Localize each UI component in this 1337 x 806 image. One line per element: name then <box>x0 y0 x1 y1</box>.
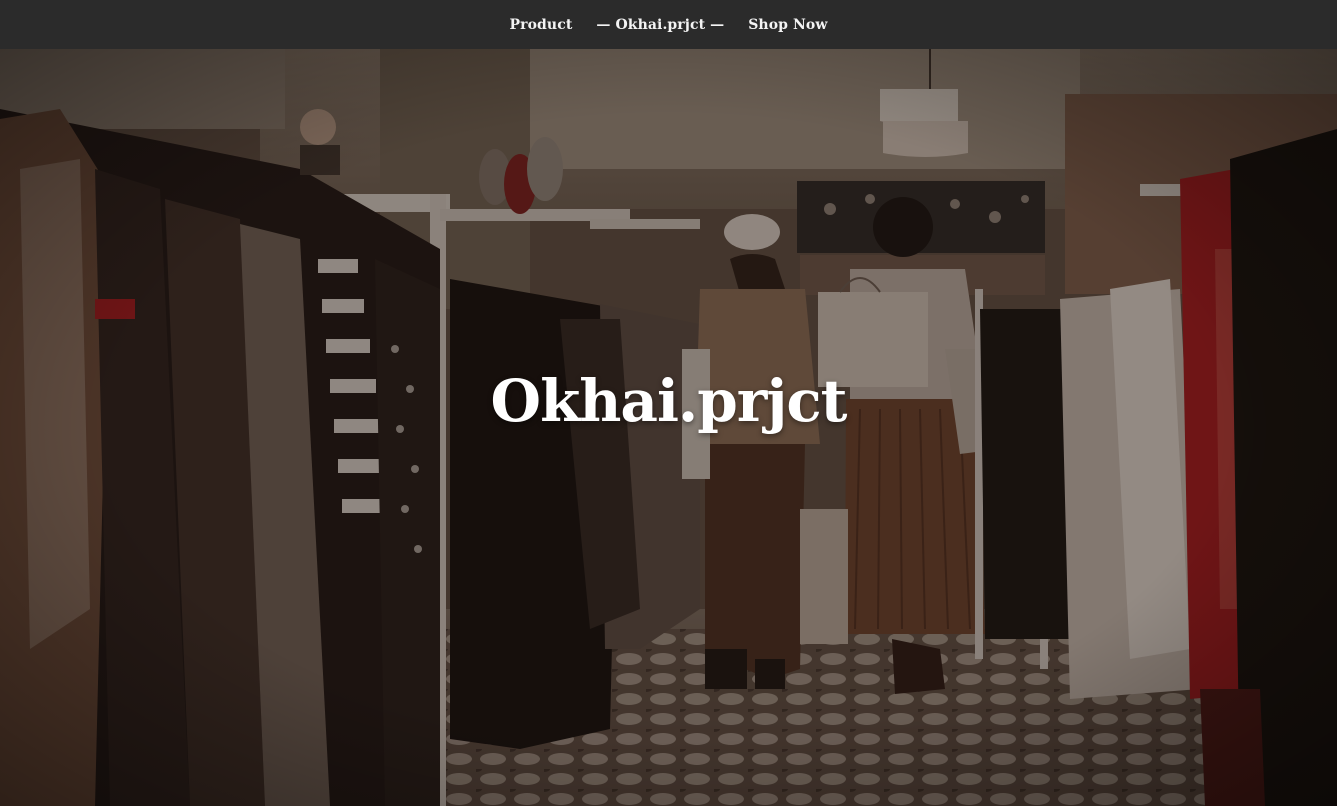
nav-link-product[interactable]: Product <box>510 17 573 33</box>
hero-banner: Okhai.prjct <box>0 49 1337 806</box>
hero-title: Okhai.prjct <box>490 367 848 435</box>
nav-link-brand[interactable]: — Okhai.prjct — <box>596 17 724 33</box>
top-navbar: Product — Okhai.prjct — Shop Now <box>0 0 1337 49</box>
nav-link-shop-now[interactable]: Shop Now <box>748 17 827 33</box>
